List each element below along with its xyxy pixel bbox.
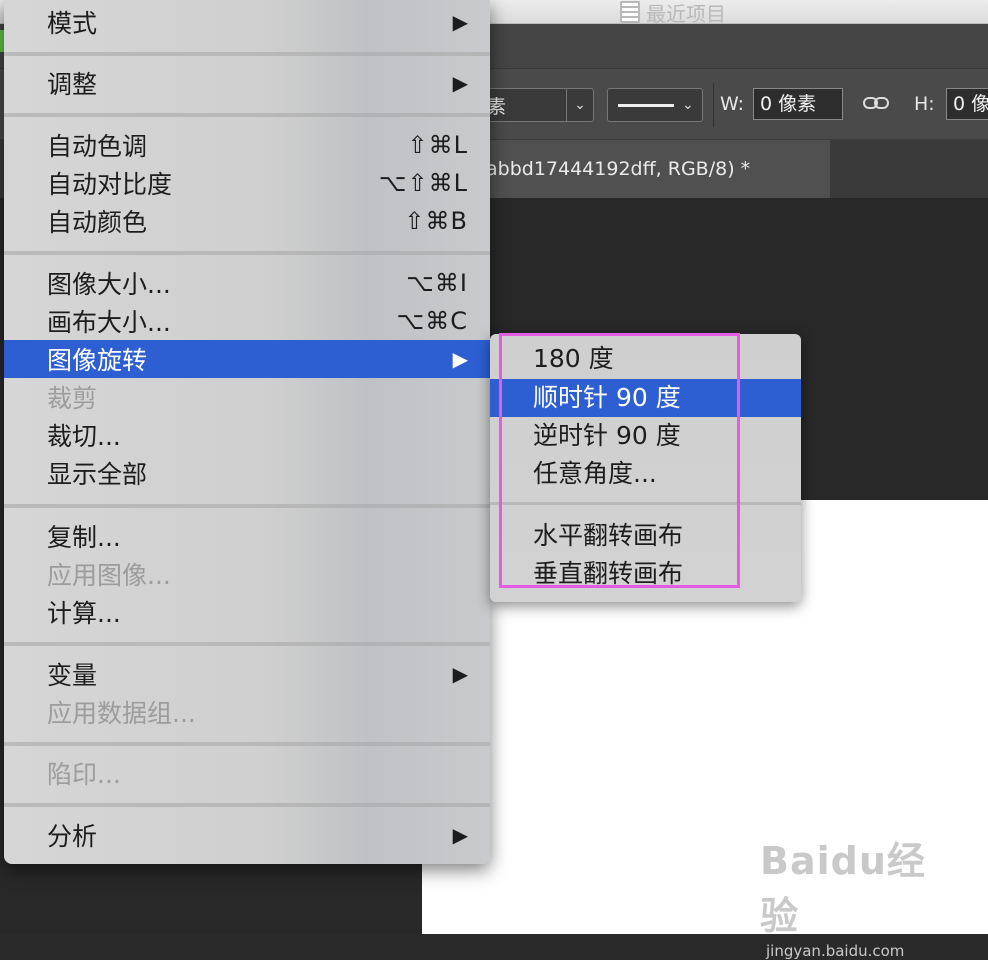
menu-item-calculations[interactable]: 计算... [4,593,490,631]
watermark: Baidu经验 jingyan.baidu.com [760,830,960,960]
menu-divider [4,803,490,807]
link-icon[interactable] [862,93,892,115]
menu-item-image-size[interactable]: 图像大小... ⌥⌘I [4,264,490,302]
image-menu: 模式 ▶ 调整 ▶ 自动色调 ⇧⌘L 自动对比度 ⌥⇧⌘L 自动颜色 ⇧⌘B 图… [4,0,490,864]
menu-item-auto-contrast[interactable]: 自动对比度 ⌥⇧⌘L [4,164,490,202]
width-label: W: [720,93,745,115]
menu-item-canvas-size[interactable]: 画布大小... ⌥⌘C [4,302,490,340]
height-label: H: [914,93,935,115]
menu-item-apply-image: 应用图像... [47,561,171,590]
submenu-arrow-icon: ▶ [452,10,468,34]
submenu-arrow-icon: ▶ [452,347,468,371]
shortcut-label: ⇧⌘L [407,131,468,159]
menu-divider [4,251,490,255]
chevron-down-icon: ⌄ [566,89,593,121]
document-icon [620,1,640,23]
shortcut-label: ⌥⇧⌘L [378,169,468,197]
menu-item-adjustments[interactable]: 调整 ▶ [4,64,490,102]
menu-item-mode[interactable]: 模式 ▶ [4,3,490,41]
menu-divider [4,504,490,508]
recent-projects[interactable]: 最近项目 [620,1,726,26]
menu-item-duplicate[interactable]: 复制... [4,517,490,555]
shortcut-label: ⇧⌘B [404,207,468,235]
watermark-sub: jingyan.baidu.com [766,942,905,960]
shortcut-label: ⌥⌘C [396,307,468,335]
menu-item-auto-tone[interactable]: 自动色调 ⇧⌘L [4,126,490,164]
menu-item-trim[interactable]: 裁切... [4,416,490,454]
watermark-logo: Baidu经验 [760,839,926,938]
menu-item-crop: 裁剪 [47,384,98,413]
image-rotation-submenu: 180 度 顺时针 90 度 逆时针 90 度 任意角度... 水平翻转画布 垂… [490,334,801,602]
menu-item-trap: 陷印... [47,760,121,789]
submenu-item-flip-vertical[interactable]: 垂直翻转画布 [490,555,801,593]
menu-item-analysis[interactable]: 分析 ▶ [4,816,490,854]
submenu-item-90-cw[interactable]: 顺时针 90 度 [490,379,801,417]
submenu-item-flip-horizontal[interactable]: 水平翻转画布 [490,517,801,555]
submenu-item-arbitrary[interactable]: 任意角度... [490,455,801,493]
menu-divider [4,52,490,56]
menu-divider [4,113,490,117]
submenu-arrow-icon: ▶ [452,823,468,847]
menu-item-image-rotation[interactable]: 图像旋转 ▶ [4,340,490,378]
submenu-arrow-icon: ▶ [452,662,468,686]
chevron-down-icon: ⌄ [682,97,694,113]
recent-projects-label: 最近项目 [646,1,726,26]
width-input[interactable]: 0 像素 [753,88,843,120]
menu-item-reveal-all[interactable]: 显示全部 [4,454,490,492]
menu-item-variables[interactable]: 变量 ▶ [4,655,490,693]
height-input[interactable]: 0 像 [946,88,988,120]
menu-divider [4,642,490,646]
document-tab[interactable]: abbd17444192dff, RGB/8) * [470,140,830,198]
submenu-item-90-ccw[interactable]: 逆时针 90 度 [490,417,801,455]
stroke-line-preview [618,103,674,107]
menu-divider [4,742,490,746]
stroke-style-select[interactable]: ⌄ [607,88,703,122]
submenu-arrow-icon: ▶ [452,71,468,95]
submenu-divider [490,502,801,505]
toolbar-separator [713,83,714,127]
menu-item-auto-color[interactable]: 自动颜色 ⇧⌘B [4,202,490,240]
shortcut-label: ⌥⌘I [406,269,468,297]
menu-item-apply-data-set: 应用数据组... [47,699,196,728]
submenu-item-180[interactable]: 180 度 [490,340,801,378]
